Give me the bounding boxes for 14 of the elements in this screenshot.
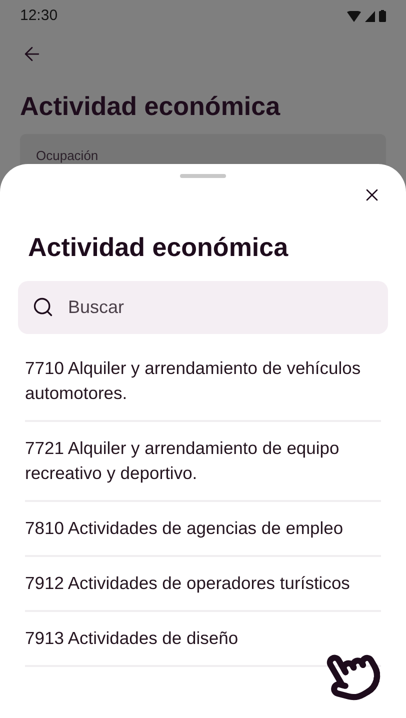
activity-item[interactable]: 7913 Actividades de diseño [25,612,381,667]
activity-item[interactable]: 7710 Alquiler y arrendamiento de vehículos automotores. [25,342,381,422]
search-field[interactable]: Buscar [18,281,388,334]
activity-item[interactable]: 7810 Actividades de agencias de empleo [25,502,381,557]
signal-icon [365,10,375,22]
activity-item[interactable]: 7912 Actividades de operadores turísticos [25,557,381,612]
status-time: 12:30 [20,6,58,26]
drag-handle[interactable] [180,174,226,178]
activity-item[interactable]: 7721 Alquiler y arrendamiento de equipo recreativo y deportivo. [25,422,381,502]
page-title: Actividad económica [20,90,282,122]
battery-icon [379,10,386,22]
sheet-title: Actividad económica [27,231,290,263]
search-icon [32,296,54,318]
wifi-icon [347,10,361,22]
